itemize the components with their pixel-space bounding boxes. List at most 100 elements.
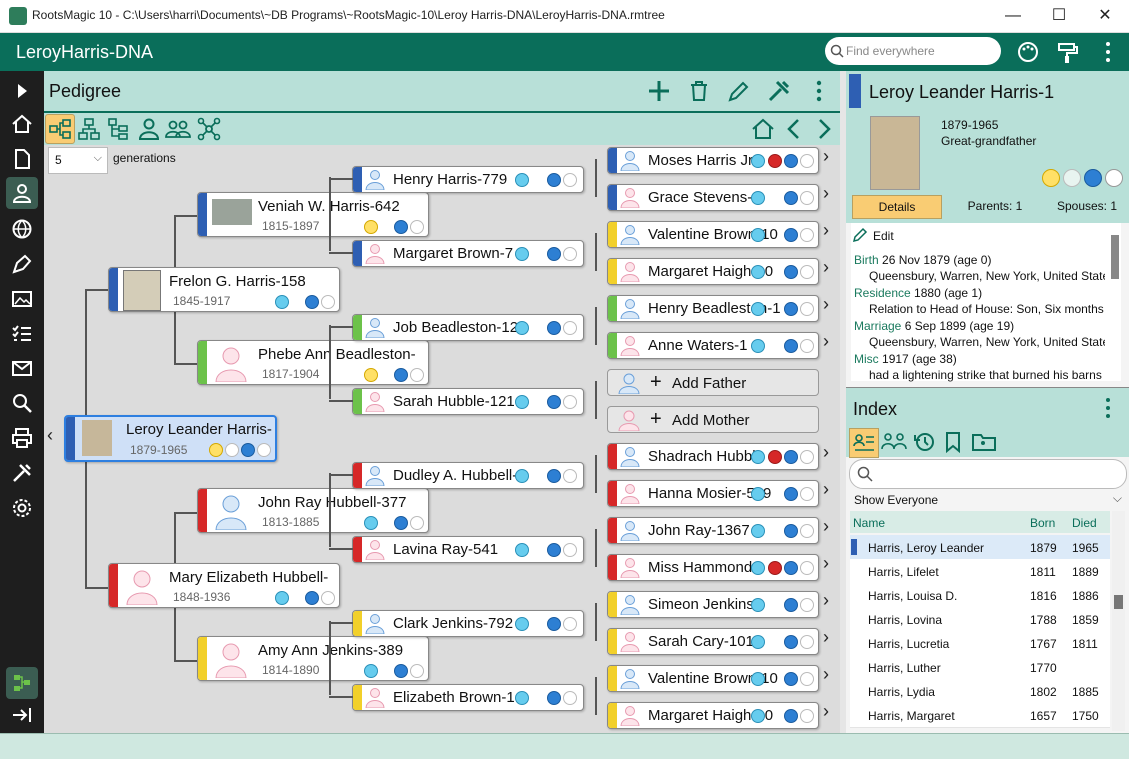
lightbulb-icon[interactable] xyxy=(1042,169,1060,187)
fact-row[interactable]: Marriage 6 Sep 1899 (age 19) xyxy=(854,319,1014,333)
person-card-gen5[interactable]: Sarah Cary-101 xyxy=(607,628,819,655)
bookmark-icon[interactable] xyxy=(943,431,963,453)
person-card-gen5[interactable]: Margaret Haigh-10 xyxy=(607,702,819,729)
index-search-input[interactable] xyxy=(849,459,1127,489)
folder-person-icon[interactable] xyxy=(971,431,997,453)
person-card-gen5[interactable]: Moses Harris Jr xyxy=(607,147,819,174)
person-card-gen5[interactable]: Anne Waters-1 xyxy=(607,332,819,359)
index-row[interactable]: Harris, Margaret 1657 1750 xyxy=(850,703,1110,728)
search-everywhere[interactable]: Find everywhere xyxy=(825,37,1001,65)
edit-pencil-icon[interactable] xyxy=(727,79,751,103)
index-row[interactable]: Harris, Lifelet 1811 1889 xyxy=(850,559,1110,584)
collapse-nav-button[interactable] xyxy=(6,75,38,107)
more-vertical-icon[interactable] xyxy=(1098,396,1118,420)
nav-search[interactable] xyxy=(6,387,38,419)
person-card-mother[interactable]: Mary Elizabeth Hubbell- 1848-1936 xyxy=(108,563,340,608)
generations-select[interactable]: 5 ⌵ xyxy=(48,147,108,174)
tools-icon[interactable] xyxy=(767,79,791,103)
chevron-right-icon[interactable]: › xyxy=(823,442,829,463)
individual-view-icon[interactable] xyxy=(137,117,161,141)
person-card-gen5[interactable]: Miss Hammond xyxy=(607,554,819,581)
person-card-gen4[interactable]: Clark Jenkins-792 xyxy=(352,610,584,637)
chevron-right-icon[interactable]: › xyxy=(823,294,829,315)
index-row[interactable]: Harris, Leroy Leander 1879 1965 xyxy=(850,535,1110,560)
edit-button[interactable]: Edit xyxy=(873,229,894,243)
person-card-gen5[interactable]: Margaret Haigh-10 xyxy=(607,258,819,285)
person-card-root[interactable]: Leroy Leander Harris- 1879-1965 xyxy=(64,415,277,462)
index-row[interactable]: Harris, Lydia 1802 1885 xyxy=(850,679,1110,704)
nav-settings[interactable] xyxy=(6,492,38,524)
add-father-button[interactable]: + Add Father xyxy=(607,369,819,396)
descendant-view-icon[interactable] xyxy=(107,117,131,141)
nav-web[interactable] xyxy=(6,213,38,245)
column-name[interactable]: Name xyxy=(853,516,885,530)
chevron-right-icon[interactable]: › xyxy=(823,257,829,278)
person-card-gen3[interactable]: John Ray Hubbell-377 1813-1885 xyxy=(197,488,429,533)
chevron-right-icon[interactable]: › xyxy=(823,479,829,500)
home-person-icon[interactable] xyxy=(751,117,775,141)
add-mother-button[interactable]: + Add Mother xyxy=(607,406,819,433)
maximize-button[interactable]: ☐ xyxy=(1036,0,1082,32)
ancestry-icon[interactable] xyxy=(1105,169,1123,187)
chevron-right-icon[interactable]: › xyxy=(823,183,829,204)
history-icon[interactable] xyxy=(913,431,935,453)
person-card-gen4[interactable]: Job Beadleston-12 xyxy=(352,314,584,341)
person-card-gen4[interactable]: Margaret Brown-7 xyxy=(352,240,584,267)
nav-media[interactable] xyxy=(6,283,38,315)
person-card-gen5[interactable]: Shadrach Hubbl xyxy=(607,443,819,470)
more-vertical-icon[interactable] xyxy=(1095,39,1121,65)
palette-icon[interactable] xyxy=(1015,39,1041,65)
person-card-gen3[interactable]: Phebe Ann Beadleston- 1817-1904 xyxy=(197,340,429,385)
person-photo[interactable] xyxy=(870,116,920,190)
person-card-gen5[interactable]: John Ray-1367 xyxy=(607,517,819,544)
index-people-button[interactable] xyxy=(849,428,879,458)
nav-tasks[interactable] xyxy=(6,318,38,350)
person-card-gen5[interactable]: Henry Beadleston-1 xyxy=(607,295,819,322)
scrollbar-thumb[interactable] xyxy=(1114,595,1123,609)
chevron-right-icon[interactable]: › xyxy=(823,701,829,722)
chevron-right-icon[interactable]: › xyxy=(823,627,829,648)
more-vertical-icon[interactable] xyxy=(807,79,831,103)
index-scrollbar[interactable] xyxy=(1112,511,1125,731)
minimize-button[interactable]: — xyxy=(990,0,1036,32)
column-born[interactable]: Born xyxy=(1030,516,1055,530)
person-card-gen4[interactable]: Elizabeth Brown-1 xyxy=(352,684,584,711)
nav-family-tree-app[interactable] xyxy=(6,667,38,699)
person-card-gen3[interactable]: Veniah W. Harris-642 1815-1897 xyxy=(197,192,429,237)
person-card-gen4[interactable]: Sarah Hubble-121 xyxy=(352,388,584,415)
nav-reports[interactable] xyxy=(6,143,38,175)
nav-people[interactable] xyxy=(6,177,38,209)
chevron-right-icon[interactable]: › xyxy=(823,516,829,537)
nav-mail[interactable] xyxy=(6,352,38,384)
nav-publish[interactable] xyxy=(6,248,38,280)
column-died[interactable]: Died xyxy=(1072,516,1097,530)
chevron-right-icon[interactable]: › xyxy=(823,553,829,574)
people-view-icon[interactable] xyxy=(165,117,191,141)
index-row[interactable]: Harris, Lovina 1788 1859 xyxy=(850,607,1110,632)
person-card-gen4[interactable]: Henry Harris-779 xyxy=(352,166,584,193)
paint-roller-icon[interactable] xyxy=(1054,39,1080,65)
person-card-gen5[interactable]: Valentine Brown-10 xyxy=(607,221,819,248)
person-card-gen5[interactable]: Valentine Brown-10 xyxy=(607,665,819,692)
index-filter-select[interactable]: Show Everyone ⌵ xyxy=(851,491,1126,509)
back-arrow-icon[interactable] xyxy=(784,117,804,141)
chevron-right-icon[interactable]: › xyxy=(823,146,829,167)
tab-spouses[interactable]: Spouses: 1 xyxy=(1047,195,1127,217)
tab-parents[interactable]: Parents: 1 xyxy=(947,195,1043,217)
person-card-gen5[interactable]: Hanna Mosier-589 xyxy=(607,480,819,507)
chevron-right-icon[interactable]: › xyxy=(823,590,829,611)
person-card-gen4[interactable]: Dudley A. Hubbell- xyxy=(352,462,584,489)
index-row[interactable]: Harris, Lucretia 1767 1811 xyxy=(850,631,1110,656)
view-pedigree-button[interactable] xyxy=(45,114,75,144)
nav-expand[interactable] xyxy=(6,699,38,731)
index-row[interactable]: Harris, Louisa D. 1816 1886 xyxy=(850,583,1110,608)
person-card-father[interactable]: Frelon G. Harris-158 1845-1917 xyxy=(108,267,340,312)
fact-row[interactable]: Birth 26 Nov 1879 (age 0) xyxy=(854,253,991,267)
fact-row[interactable]: Misc 1917 (age 38) xyxy=(854,352,957,366)
chevron-right-icon[interactable]: › xyxy=(823,220,829,241)
index-row[interactable]: Harris, Luther 1770 xyxy=(850,655,1110,680)
families-icon[interactable] xyxy=(881,431,907,453)
add-icon[interactable] xyxy=(647,79,671,103)
nav-tools[interactable] xyxy=(6,457,38,489)
circle-icon[interactable] xyxy=(1063,169,1081,187)
